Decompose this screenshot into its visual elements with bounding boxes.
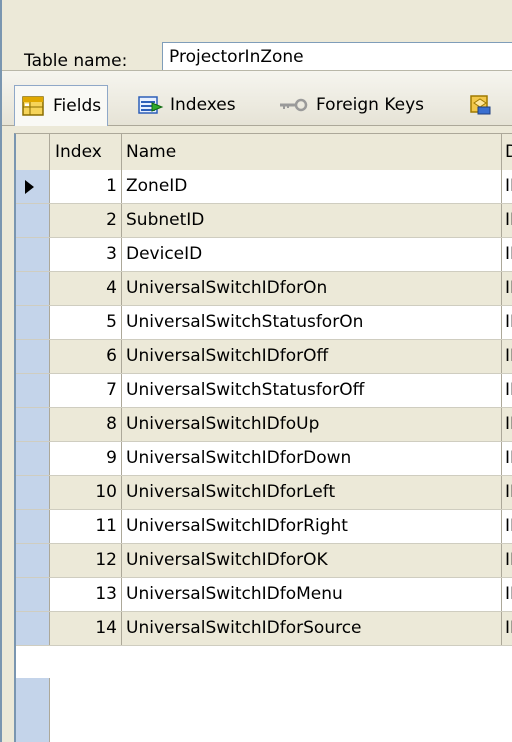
row-selector[interactable] — [16, 544, 50, 577]
cell-name[interactable]: UniversalSwitchStatusforOff — [122, 374, 502, 407]
table-row[interactable]: 9UniversalSwitchIDforDownII — [16, 442, 512, 476]
table-row[interactable]: 10UniversalSwitchIDforLeftII — [16, 476, 512, 510]
row-selector[interactable] — [16, 408, 50, 441]
table-row[interactable]: 12UniversalSwitchIDforOKII — [16, 544, 512, 578]
cell-name[interactable]: ZoneID — [122, 170, 502, 203]
cell-name[interactable]: UniversalSwitchIDforOff — [122, 340, 502, 373]
table-name-label: Table name: — [24, 51, 128, 71]
cell-name[interactable]: UniversalSwitchIDfoMenu — [122, 578, 502, 611]
row-selector[interactable] — [16, 578, 50, 611]
cell-name[interactable]: UniversalSwitchStatusforOn — [122, 306, 502, 339]
row-selector[interactable] — [16, 612, 50, 645]
column-header-name[interactable]: Name — [122, 134, 502, 170]
cell-index[interactable]: 8 — [50, 408, 122, 441]
cell-type[interactable]: II — [502, 408, 512, 441]
fields-grid[interactable]: Index Name D 1ZoneIDII2SubnetIDII3Device… — [14, 133, 512, 742]
row-selector[interactable] — [16, 272, 50, 305]
cell-type[interactable]: II — [502, 204, 512, 237]
cell-index[interactable]: 14 — [50, 612, 122, 645]
cell-name[interactable]: UniversalSwitchIDforDown — [122, 442, 502, 475]
table-row[interactable]: 1ZoneIDII — [16, 170, 512, 204]
row-selector[interactable] — [16, 204, 50, 237]
cell-index[interactable]: 11 — [50, 510, 122, 543]
cell-type[interactable]: II — [502, 612, 512, 645]
cell-type[interactable]: II — [502, 374, 512, 407]
row-selector[interactable] — [16, 306, 50, 339]
row-selector[interactable] — [16, 510, 50, 543]
cell-index[interactable]: 5 — [50, 306, 122, 339]
empty-grid-area — [50, 678, 512, 742]
tab-foreign-keys-label: Foreign Keys — [316, 95, 425, 115]
tab-fields-label: Fields — [53, 96, 102, 116]
cell-index[interactable]: 12 — [50, 544, 122, 577]
table-row[interactable]: 5UniversalSwitchStatusforOnII — [16, 306, 512, 340]
editor-tab-bar: Fields Indexes Foreign Keys — [2, 70, 512, 126]
cell-type[interactable]: II — [502, 238, 512, 271]
row-selector[interactable] — [16, 340, 50, 373]
row-selector[interactable] — [16, 238, 50, 271]
cell-name[interactable]: DeviceID — [122, 238, 502, 271]
row-selector-header[interactable] — [16, 134, 50, 170]
index-arrow-icon — [138, 93, 164, 117]
cell-type[interactable]: II — [502, 476, 512, 509]
cell-name[interactable]: UniversalSwitchIDforRight — [122, 510, 502, 543]
grid-table-icon — [21, 94, 45, 118]
cell-type[interactable]: II — [502, 272, 512, 305]
row-selector[interactable] — [16, 170, 50, 203]
cell-name[interactable]: UniversalSwitchIDfoUp — [122, 408, 502, 441]
cell-name[interactable]: UniversalSwitchIDforOn — [122, 272, 502, 305]
cell-type[interactable]: II — [502, 340, 512, 373]
cell-type[interactable]: II — [502, 442, 512, 475]
row-selector[interactable] — [16, 374, 50, 407]
cell-index[interactable]: 9 — [50, 442, 122, 475]
cell-type[interactable]: II — [502, 170, 512, 203]
table-row[interactable]: 11UniversalSwitchIDforRightII — [16, 510, 512, 544]
tab-indexes-label: Indexes — [170, 95, 236, 115]
cell-type[interactable]: II — [502, 578, 512, 611]
tab-triggers[interactable] — [468, 85, 500, 125]
table-row[interactable]: 3DeviceIDII — [16, 238, 512, 272]
table-name-row: Table name: ProjectorInZone — [2, 14, 512, 72]
table-name-value: ProjectorInZone — [169, 47, 304, 67]
cell-index[interactable]: 1 — [50, 170, 122, 203]
cell-index[interactable]: 3 — [50, 238, 122, 271]
cell-index[interactable]: 7 — [50, 374, 122, 407]
table-row[interactable]: 6UniversalSwitchIDforOffII — [16, 340, 512, 374]
tab-foreign-keys[interactable]: Foreign Keys — [278, 85, 424, 125]
table-row[interactable]: 7UniversalSwitchStatusforOffII — [16, 374, 512, 408]
cell-name[interactable]: UniversalSwitchIDforLeft — [122, 476, 502, 509]
table-row[interactable]: 8UniversalSwitchIDfoUpII — [16, 408, 512, 442]
tab-indexes[interactable]: Indexes — [138, 85, 236, 125]
cell-name[interactable]: UniversalSwitchIDforOK — [122, 544, 502, 577]
cell-type[interactable]: II — [502, 306, 512, 339]
grid-header-row: Index Name D — [16, 134, 512, 171]
table-row[interactable]: 2SubnetIDII — [16, 204, 512, 238]
cell-name[interactable]: SubnetID — [122, 204, 502, 237]
row-selector[interactable] — [16, 442, 50, 475]
current-row-arrow-icon — [25, 180, 34, 194]
table-row[interactable]: 13UniversalSwitchIDfoMenuII — [16, 578, 512, 612]
key-icon — [278, 93, 308, 117]
cell-name[interactable]: UniversalSwitchIDforSource — [122, 612, 502, 645]
cell-index[interactable]: 2 — [50, 204, 122, 237]
tab-fields[interactable]: Fields — [14, 85, 109, 126]
table-row[interactable]: 4UniversalSwitchIDforOnII — [16, 272, 512, 306]
cell-index[interactable]: 4 — [50, 272, 122, 305]
table-row[interactable]: 14UniversalSwitchIDforSourceII — [16, 612, 512, 646]
cell-index[interactable]: 6 — [50, 340, 122, 373]
cell-type[interactable]: II — [502, 510, 512, 543]
column-header-index[interactable]: Index — [50, 134, 122, 170]
cell-type[interactable]: II — [502, 544, 512, 577]
table-name-field[interactable]: ProjectorInZone — [162, 42, 512, 72]
empty-row-selector-area — [16, 678, 50, 742]
row-selector[interactable] — [16, 476, 50, 509]
cell-index[interactable]: 10 — [50, 476, 122, 509]
column-header-type[interactable]: D — [502, 134, 512, 170]
cell-index[interactable]: 13 — [50, 578, 122, 611]
triggers-icon — [468, 93, 492, 117]
